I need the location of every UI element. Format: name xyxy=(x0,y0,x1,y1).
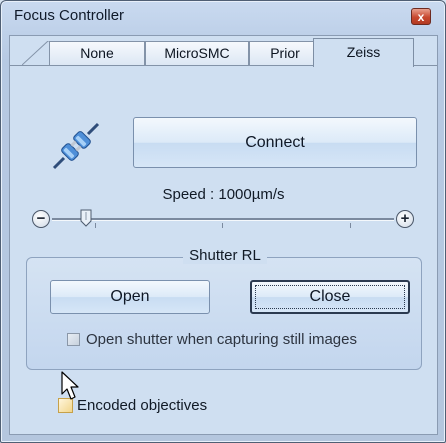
open-shutter-when-capturing-option[interactable]: Open shutter when capturing still images xyxy=(67,331,357,348)
mouse-cursor-icon xyxy=(61,371,79,400)
close-icon: x xyxy=(417,10,425,24)
open-shutter-when-capturing-label: Open shutter when capturing still images xyxy=(86,331,357,348)
slider-tick xyxy=(95,223,96,228)
tab-zeiss[interactable]: Zeiss xyxy=(313,38,414,67)
open-shutter-when-capturing-checkbox[interactable] xyxy=(67,333,80,346)
tab-prior[interactable]: Prior xyxy=(249,41,321,65)
slider-tick xyxy=(222,223,223,228)
selected-tab-join xyxy=(314,65,413,67)
close-window-button[interactable]: x xyxy=(411,8,431,25)
window-title: Focus Controller xyxy=(14,7,125,24)
tab-none[interactable]: None xyxy=(49,41,145,65)
tab-strip: None MicroSMC Prior Zeiss xyxy=(10,36,437,67)
title-bar[interactable]: Focus Controller x xyxy=(1,1,445,31)
plug-connector-icon xyxy=(52,122,100,170)
slider-thumb[interactable] xyxy=(80,209,92,227)
speed-label: Speed : 1000µm/s xyxy=(162,186,285,203)
shutter-rl-group: Shutter RL Open Close Open shutter when … xyxy=(26,247,422,370)
close-shutter-button[interactable]: Close xyxy=(250,280,410,314)
connect-button[interactable]: Connect xyxy=(133,117,417,168)
tab-microsmc[interactable]: MicroSMC xyxy=(145,41,249,65)
open-shutter-button[interactable]: Open xyxy=(50,280,210,314)
speed-slider[interactable]: − + xyxy=(32,206,414,232)
shutter-rl-legend: Shutter RL xyxy=(27,247,423,265)
minus-icon: − xyxy=(36,210,46,227)
encoded-objectives-label: Encoded objectives xyxy=(77,397,208,414)
plus-icon: + xyxy=(400,210,410,227)
increase-speed-button[interactable]: + xyxy=(396,210,414,228)
decrease-speed-button[interactable]: − xyxy=(32,210,50,228)
focus-controller-window: Focus Controller x None MicroSMC Prior Z… xyxy=(0,0,446,443)
tab-strip-edge xyxy=(22,41,50,65)
slider-tick xyxy=(350,223,351,228)
slider-track[interactable] xyxy=(52,218,394,221)
focus-rectangle xyxy=(255,285,405,309)
